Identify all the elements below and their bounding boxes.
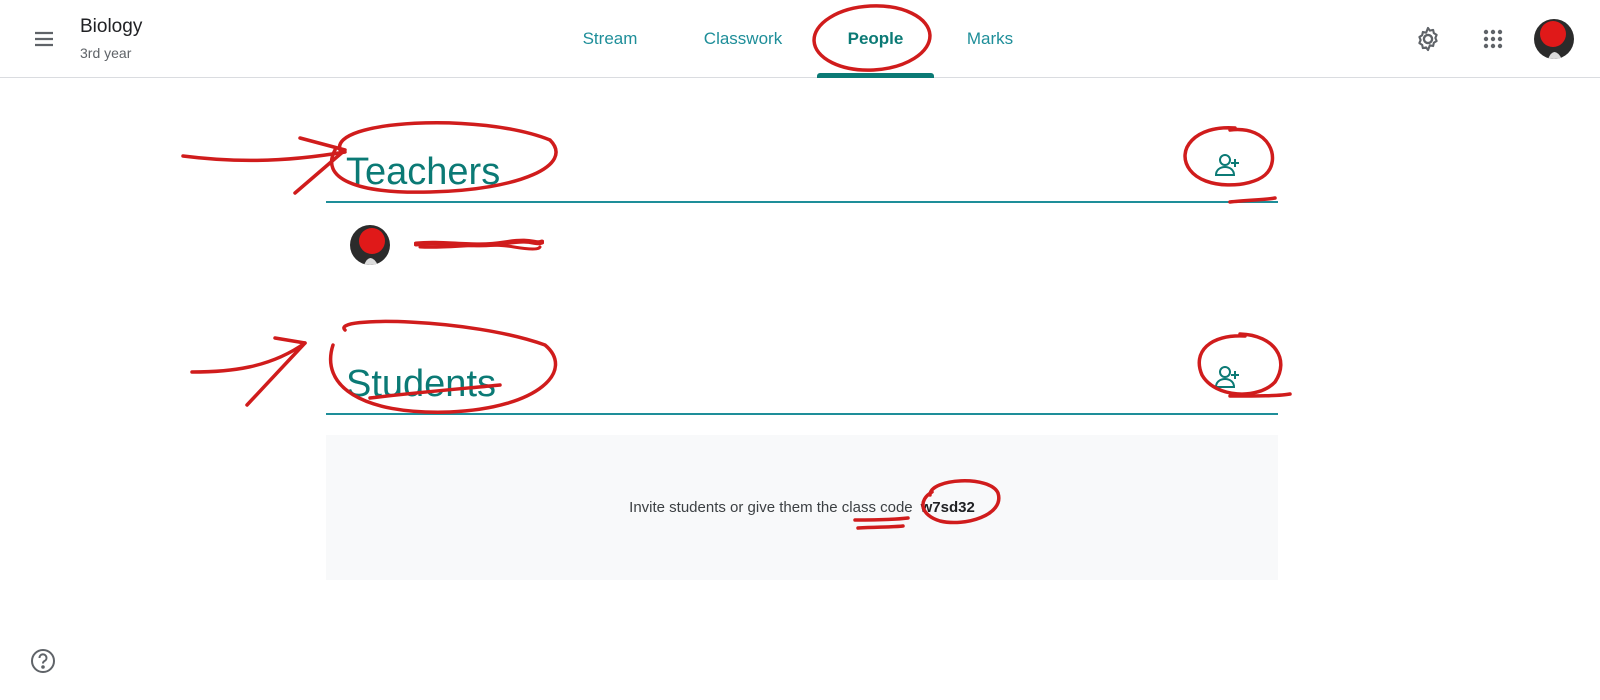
tab-bar: Stream Classwork People Marks [0,0,1600,78]
person-add-icon [1213,362,1243,397]
help-icon[interactable] [30,648,56,674]
invite-student-button[interactable] [1204,355,1252,403]
teachers-section-header: Teachers [326,133,1278,203]
redaction-scribble [414,238,544,251]
tab-people[interactable]: People [817,0,934,78]
tab-marks[interactable]: Marks [950,0,1030,78]
tab-classwork[interactable]: Classwork [684,0,802,78]
classroom-people-page: Biology 3rd year Stream Classwork People… [0,0,1600,700]
teacher-list-item[interactable] [350,223,1250,267]
person-add-icon [1213,150,1243,185]
top-app-bar: Biology 3rd year Stream Classwork People… [0,0,1600,78]
settings-gear-icon[interactable] [1408,19,1448,59]
tab-stream[interactable]: Stream [560,0,660,78]
account-avatar[interactable] [1534,19,1574,59]
class-code[interactable]: w7sd32 [921,499,975,516]
students-heading: Students [346,363,496,405]
apps-grid-icon[interactable] [1473,19,1513,59]
invite-students-panel: Invite students or give them the class c… [326,435,1278,580]
teacher-avatar [350,225,390,265]
active-tab-indicator [817,73,934,78]
invite-text: Invite students or give them the class c… [629,499,913,516]
invite-teacher-button[interactable] [1204,143,1252,191]
students-section-header: Students [326,345,1278,415]
teachers-heading: Teachers [346,151,501,193]
